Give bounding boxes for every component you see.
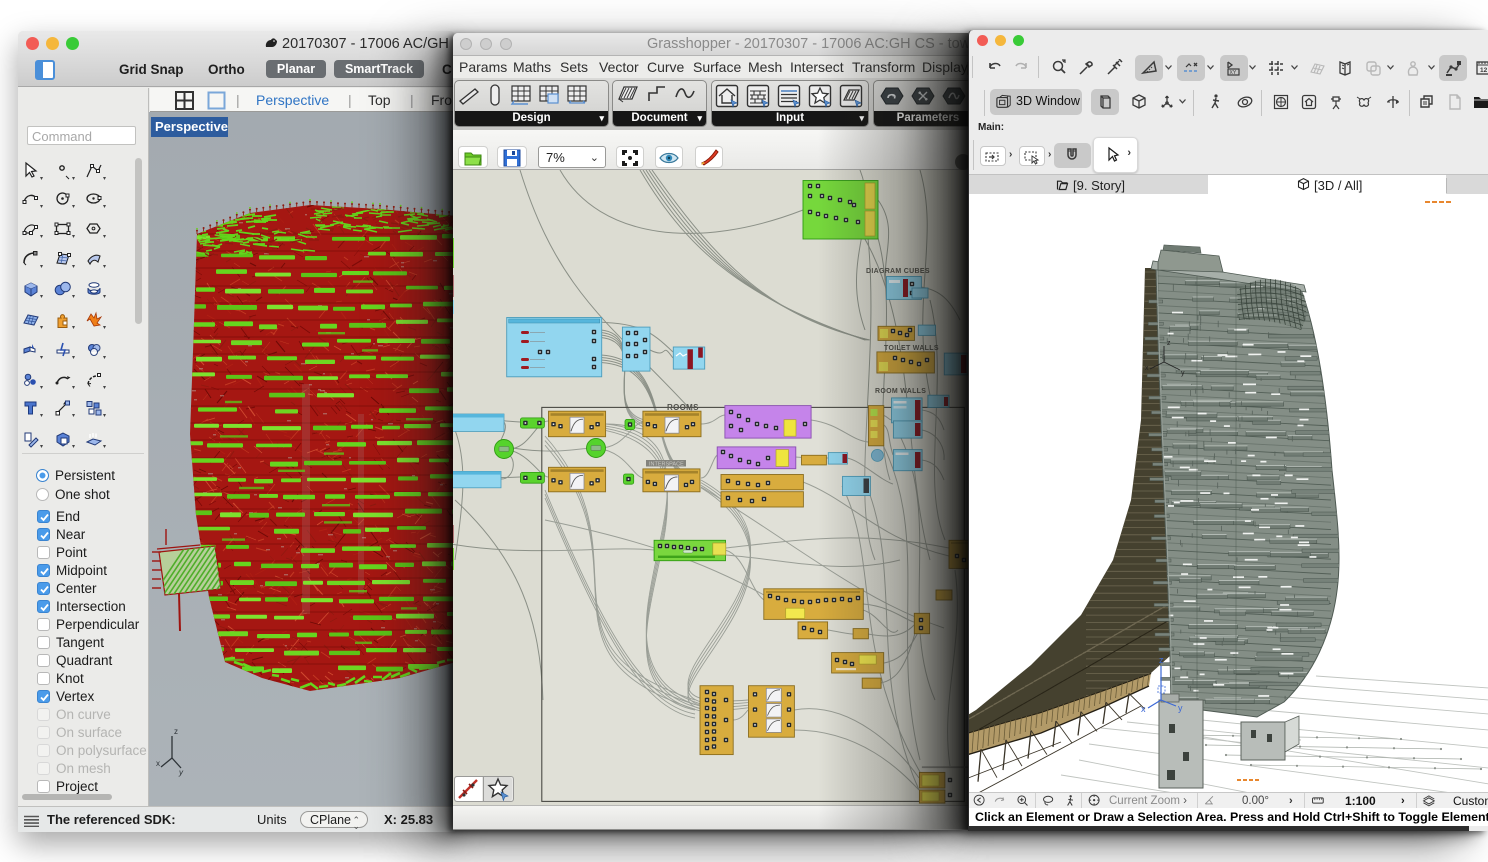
- svg-text:z: z: [1159, 655, 1164, 665]
- svg-text:12: 12: [1480, 67, 1488, 74]
- svg-text:TOILET WALLS: TOILET WALLS: [884, 345, 939, 352]
- svg-text:y: y: [178, 768, 184, 777]
- svg-text:DIAGRAM CUBES: DIAGRAM CUBES: [866, 268, 930, 275]
- svg-text:ROOM WALLS: ROOM WALLS: [875, 388, 926, 395]
- svg-text:x: x: [1141, 704, 1146, 714]
- svg-text:x: x: [156, 759, 160, 768]
- svg-text:y: y: [1181, 370, 1185, 377]
- svg-text:x: x: [1145, 365, 1149, 372]
- svg-text:y: y: [1178, 703, 1183, 713]
- svg-text:XY: XY: [1230, 70, 1237, 76]
- svg-text:z: z: [1167, 340, 1171, 347]
- svg-text:INTERSPACE: INTERSPACE: [649, 462, 684, 468]
- svg-text:ROOMS: ROOMS: [667, 403, 699, 412]
- svg-text:z: z: [174, 727, 178, 736]
